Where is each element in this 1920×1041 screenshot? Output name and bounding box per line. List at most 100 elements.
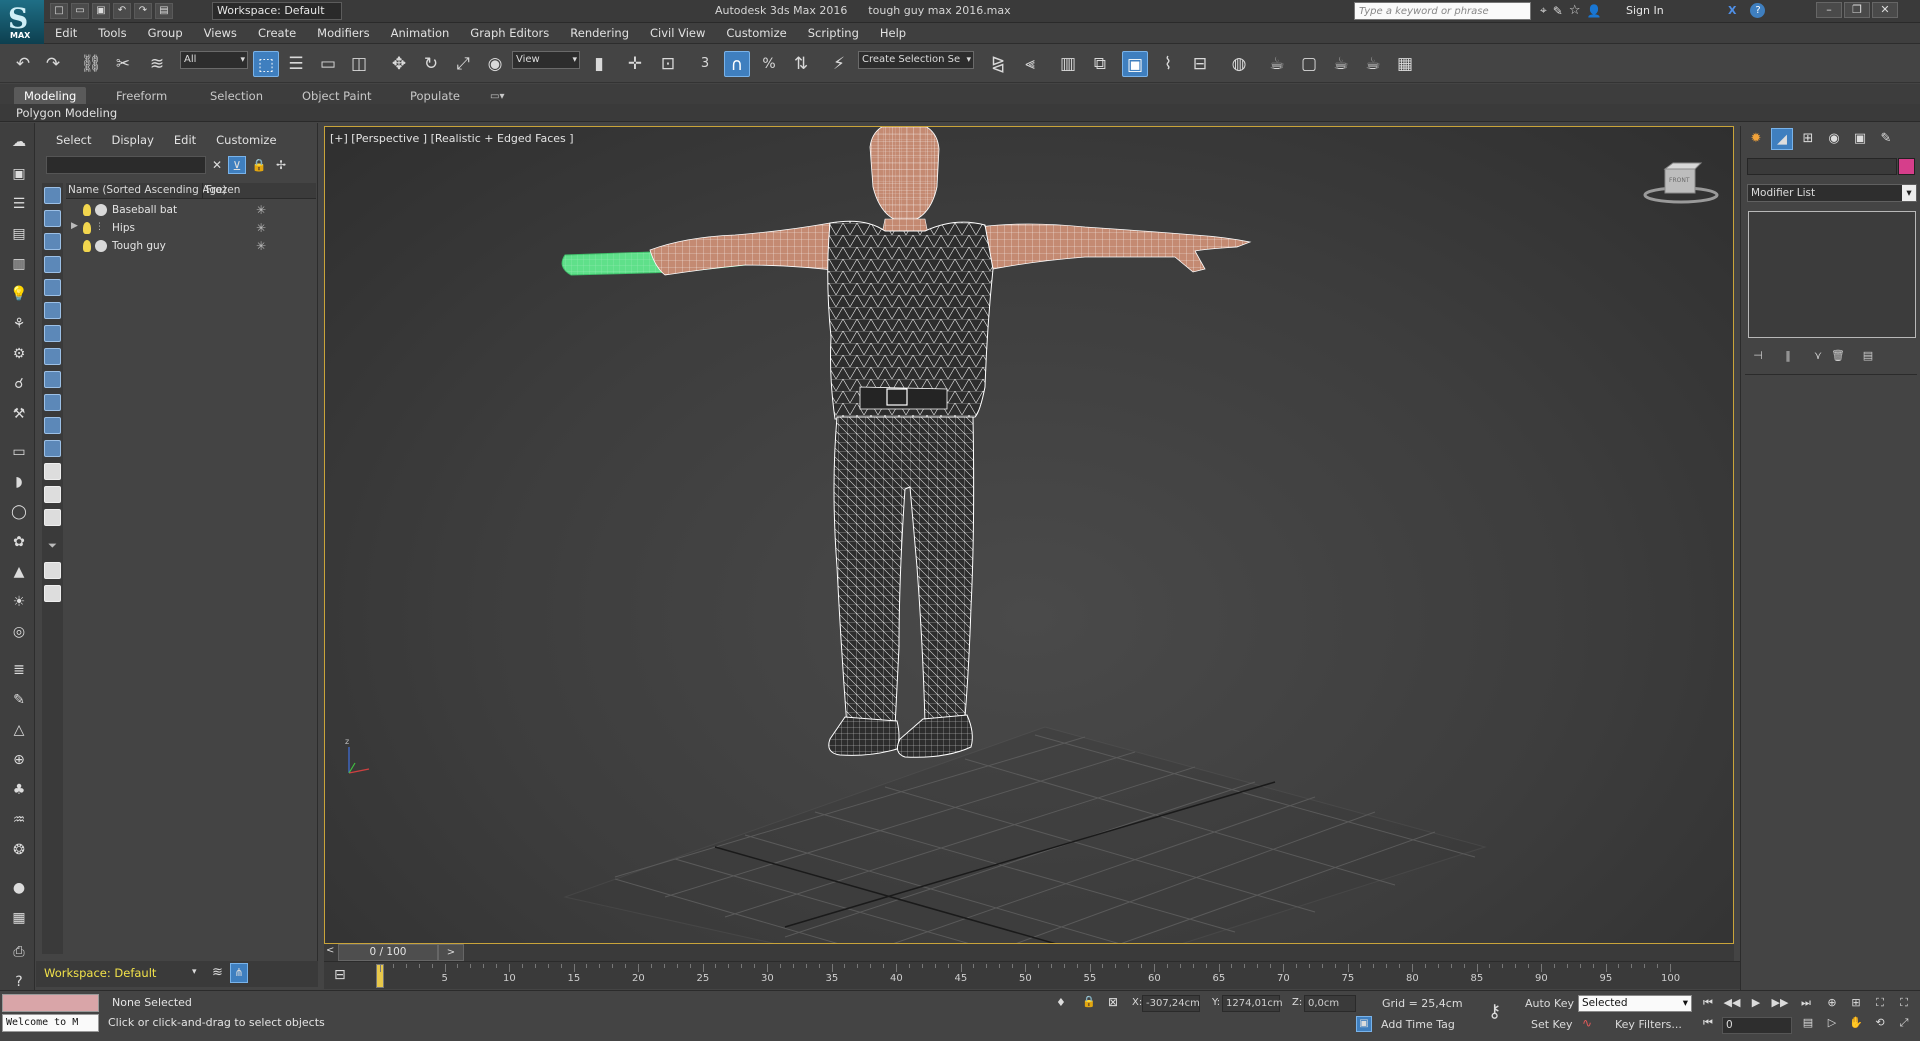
lock-icon[interactable]: 🔒 xyxy=(250,156,268,174)
redo-icon[interactable]: ↷ xyxy=(40,51,66,77)
selection-filter-dropdown[interactable]: All xyxy=(180,51,248,69)
explorer-menu-select[interactable]: Select xyxy=(56,133,91,147)
menu-edit[interactable]: Edit xyxy=(55,26,77,40)
app-menu-button[interactable]: S MAX xyxy=(0,0,44,44)
curve-editor-icon[interactable]: ⌇ xyxy=(1155,51,1181,77)
material-editor-icon[interactable]: ◍ xyxy=(1226,51,1252,77)
auto-key-button[interactable]: Auto Key xyxy=(1525,997,1574,1010)
selection-lock-icon[interactable]: 🔒 xyxy=(1082,995,1096,1008)
modify-tab-icon[interactable]: ◢ xyxy=(1771,128,1793,150)
display-influences-icon[interactable] xyxy=(44,585,61,602)
sun-icon[interactable]: ☀ xyxy=(8,591,30,613)
exchange-apps-icon[interactable]: X xyxy=(1728,4,1736,17)
place-icon[interactable]: ◉ xyxy=(482,51,508,77)
percent-snap-icon[interactable]: % xyxy=(756,51,782,77)
pin-stack-icon[interactable]: ⊣ xyxy=(1747,348,1769,364)
modifier-stack[interactable] xyxy=(1748,211,1916,338)
help-icon[interactable]: ? xyxy=(1750,3,1766,18)
time-prev-arrow-icon[interactable]: < xyxy=(326,945,334,956)
create-tab-icon[interactable]: ✹ xyxy=(1745,128,1767,150)
track-bar[interactable]: ⊟ 5 10 15 20 25 30 35 40 45 50 55 60 65 70 75 80 85 90 95 1… xyxy=(324,961,1740,989)
menu-scripting[interactable]: Scripting xyxy=(808,26,859,40)
search-input[interactable]: Type a keyword or phrase xyxy=(1354,2,1531,20)
display-helpers-icon[interactable] xyxy=(44,302,61,319)
favorites-star-icon[interactable]: ☆ xyxy=(1569,3,1581,18)
reference-coordinate-dropdown[interactable]: View xyxy=(512,51,580,69)
layer-explorer-icon[interactable]: ▥ xyxy=(1055,51,1081,77)
x-coord-field[interactable]: -307,24cm xyxy=(1142,995,1200,1012)
zoom-all-icon[interactable]: ⊞ xyxy=(1846,995,1866,1011)
explorer-search-input[interactable] xyxy=(46,156,206,174)
field-of-view-icon[interactable]: ▷ xyxy=(1822,1015,1842,1031)
new-file-icon[interactable]: □ xyxy=(50,3,68,19)
absolute-mode-icon[interactable]: ⊠ xyxy=(1108,995,1118,1009)
display-spacewarps-icon[interactable] xyxy=(44,325,61,342)
explorer-menu-display[interactable]: Display xyxy=(111,133,153,147)
display-bones-icon[interactable] xyxy=(44,394,61,411)
create-panel-icon[interactable]: ▣ xyxy=(8,163,30,185)
maxscript-listener[interactable] xyxy=(2,994,99,1012)
paint-icon[interactable]: ✎ xyxy=(8,689,30,711)
render-setup-icon[interactable]: ☕ xyxy=(1264,51,1290,77)
project-folder-icon[interactable]: ▤ xyxy=(155,3,173,19)
spacewarp-icon[interactable]: ☌ xyxy=(8,373,30,395)
redo-icon[interactable]: ↷ xyxy=(134,3,152,19)
display-geometry-icon[interactable] xyxy=(44,210,61,227)
system-icon[interactable]: ⚒ xyxy=(8,403,30,425)
menu-group[interactable]: Group xyxy=(148,26,183,40)
perspective-viewport[interactable]: [+] [Perspective ] [Realistic + Edged Fa… xyxy=(324,126,1734,944)
restore-icon[interactable]: ❐ xyxy=(1844,2,1870,18)
utilities-tab-icon[interactable]: ✎ xyxy=(1875,128,1897,150)
menu-customize[interactable]: Customize xyxy=(726,26,786,40)
toggle-ribbon-icon[interactable]: ⧉ xyxy=(1087,51,1113,77)
key-set-dropdown[interactable]: Selected xyxy=(1578,995,1692,1012)
layers-stack-icon[interactable]: ≋ xyxy=(212,965,223,980)
maxscript-mini-input[interactable]: Welcome to M xyxy=(2,1014,99,1032)
current-frame-field[interactable]: 0 xyxy=(1722,1017,1792,1034)
minimize-icon[interactable]: – xyxy=(1816,2,1842,18)
display-containers-icon[interactable] xyxy=(44,417,61,434)
menu-modifiers[interactable]: Modifiers xyxy=(317,26,370,40)
list-item[interactable]: ▶ ⋮ Hips ✳ xyxy=(66,220,316,238)
display-cameras-icon[interactable] xyxy=(44,279,61,296)
snowflake-icon[interactable]: ✳ xyxy=(256,239,266,253)
y-coord-field[interactable]: 1274,01cm xyxy=(1222,995,1283,1012)
keyboard-shortcut-override-icon[interactable]: ⊡ xyxy=(655,51,681,77)
clear-search-icon[interactable]: ✕ xyxy=(208,156,226,174)
set-key-mode-icon[interactable]: ⚷ xyxy=(1488,1001,1501,1022)
zoom-icon[interactable]: ⊕ xyxy=(1822,995,1842,1011)
go-to-end-icon[interactable]: ⏭ xyxy=(1796,995,1816,1011)
bind-space-warp-icon[interactable]: ≋ xyxy=(144,51,170,77)
key-mode-toggle-icon[interactable]: ⏮ xyxy=(1698,1015,1718,1031)
polygon-modeling-panel[interactable]: Polygon Modeling xyxy=(16,106,117,120)
snaps-toggle-icon[interactable]: 3 xyxy=(692,51,718,77)
list-icon[interactable]: ☰ xyxy=(8,193,30,215)
manage-layers-icon[interactable]: ⎙ xyxy=(8,941,30,963)
play-icon[interactable]: ▶ xyxy=(1746,995,1766,1011)
save-file-icon[interactable]: ▣ xyxy=(92,3,110,19)
render-iterative-icon[interactable]: ☕ xyxy=(1360,51,1386,77)
spinner-snap-icon[interactable]: ⇅ xyxy=(788,51,814,77)
hair-icon[interactable]: ♒ xyxy=(8,809,30,831)
grid-icon[interactable]: ▦ xyxy=(8,907,30,929)
viewport-layout-icon[interactable]: ☁ xyxy=(8,131,30,153)
show-end-result-icon[interactable]: ‖ xyxy=(1777,348,1799,364)
mirror-icon[interactable]: ⧎ xyxy=(985,51,1011,77)
align-icon[interactable]: ⫷ xyxy=(1017,51,1043,77)
isolate-selection-icon[interactable]: ♦ xyxy=(1056,996,1066,1009)
menu-animation[interactable]: Animation xyxy=(391,26,450,40)
tube-icon[interactable]: ≣ xyxy=(8,659,30,681)
camera-icon[interactable]: ⚘ xyxy=(8,313,30,335)
edit-named-selection-icon[interactable]: ⚡ xyxy=(826,51,852,77)
explorer-menu-edit[interactable]: Edit xyxy=(174,133,196,147)
rectangular-selection-icon[interactable]: ▭ xyxy=(315,51,341,77)
chevron-down-icon[interactable]: ▾ xyxy=(192,967,197,977)
select-object-icon[interactable]: ⬚ xyxy=(253,51,279,77)
explorer-menu-customize[interactable]: Customize xyxy=(216,133,276,147)
pivot-center-icon[interactable]: ▮ xyxy=(586,51,612,77)
close-icon[interactable]: ✕ xyxy=(1872,2,1898,18)
helper-icon[interactable]: ⚙ xyxy=(8,343,30,365)
time-next-arrow-icon[interactable]: > xyxy=(438,944,464,961)
scene-canvas[interactable]: z xyxy=(325,127,1734,944)
maximize-viewport-icon[interactable]: ⤢ xyxy=(1894,1015,1914,1031)
